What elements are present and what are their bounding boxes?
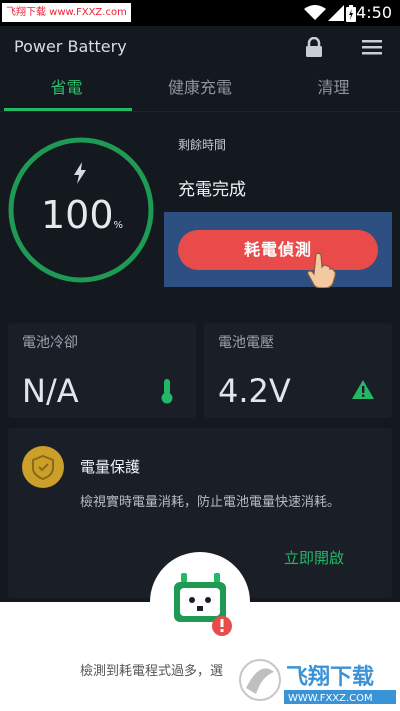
lightning-icon [74, 162, 86, 184]
protection-title: 電量保護 [80, 458, 141, 476]
power-detect-button[interactable]: 耗電偵測 [178, 230, 378, 270]
voltage-value: 4.2V [218, 372, 291, 410]
watermark-brand-cn: 飞翔下载 [286, 664, 374, 690]
shield-badge [22, 446, 64, 488]
tab-health-charge[interactable]: 健康充電 [133, 76, 267, 108]
tab-divider [0, 111, 400, 112]
battery-percent: 100% [30, 193, 134, 248]
battery-percent-value: 100 [40, 193, 114, 237]
remaining-time-value: 充電完成 [178, 180, 246, 200]
cooling-label: 電池冷卻 [22, 335, 78, 351]
watermark-top-left: 飞翔下载 www.FXXZ.com [2, 3, 131, 22]
tab-clean[interactable]: 清理 [267, 76, 400, 108]
tab-save-power[interactable]: 省電 [0, 76, 133, 108]
sheet-message: 檢測到耗電程式過多，選 [80, 664, 224, 679]
watermark-brand-url: WWW.FXXZ.COM [288, 693, 373, 704]
robot-alert-icon [174, 573, 232, 636]
menu-icon[interactable] [362, 39, 382, 55]
protection-description: 檢視實時電量消耗，防止電池電量快速消耗。 [80, 495, 341, 510]
voltage-label: 電池電壓 [218, 335, 274, 351]
lock-icon[interactable] [305, 37, 323, 57]
shield-icon [32, 454, 54, 481]
app-title: Power Battery [14, 37, 127, 56]
signal-icon [328, 5, 344, 21]
thermometer-icon [161, 379, 173, 404]
remaining-time-label: 剩餘時間 [178, 138, 227, 152]
cooling-value: N/A [22, 372, 79, 410]
warning-icon [352, 380, 374, 399]
hand-pointer-icon [307, 252, 336, 288]
battery-percent-unit: % [113, 220, 124, 231]
status-time: 4:50 [356, 3, 392, 22]
wifi-icon [304, 5, 326, 20]
watermark-logo: 飞翔下载 WWW.FXXZ.COM [239, 659, 396, 704]
battery-status-icon [346, 5, 356, 22]
enable-now-button[interactable]: 立即開啟 [284, 547, 344, 568]
